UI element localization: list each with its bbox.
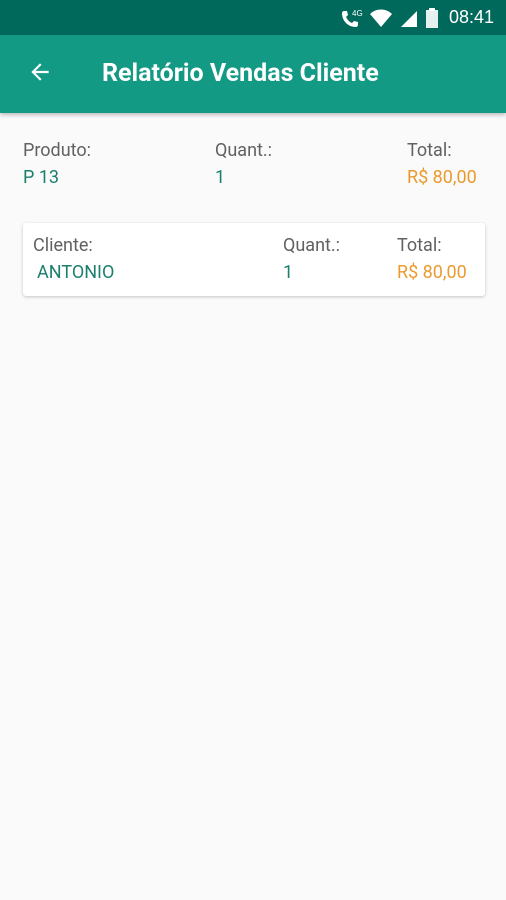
wifi-icon: [369, 8, 393, 28]
total-column: Total: R$ 80,00: [407, 140, 477, 190]
quantity-column: Quant.: 1: [215, 140, 272, 190]
client-column: Cliente: ANTONIO: [33, 235, 114, 285]
client-quantity-label: Quant.:: [283, 235, 341, 256]
total-value: R$ 80,00: [407, 167, 477, 188]
call-4g-icon: 4G: [339, 7, 363, 29]
clock: 08:41: [448, 7, 494, 27]
product-label: Produto:: [23, 140, 91, 161]
client-label: Cliente:: [33, 235, 93, 256]
product-summary: Produto: P 13 Quant.: 1 Total: R$ 80,00: [0, 140, 506, 200]
status-bar: 4G 08:41: [0, 0, 506, 35]
arrow-left-icon: [27, 59, 53, 89]
client-total-value: R$ 80,00: [397, 262, 467, 283]
client-value: ANTONIO: [37, 262, 115, 283]
client-total-column: Total: R$ 80,00: [397, 235, 467, 285]
product-column: Produto: P 13: [23, 140, 91, 190]
total-label: Total:: [407, 140, 452, 161]
product-value: P 13: [23, 167, 60, 188]
page-title: Relatório Vendas Cliente: [102, 59, 379, 88]
battery-icon: [425, 7, 439, 29]
app-bar: Relatório Vendas Cliente: [0, 35, 506, 113]
client-quantity-value: 1: [283, 262, 294, 283]
quantity-value: 1: [215, 167, 226, 188]
client-total-label: Total:: [397, 235, 442, 256]
svg-text:4G: 4G: [352, 9, 363, 18]
cell-signal-icon: [399, 8, 419, 28]
client-quantity-column: Quant.: 1: [283, 235, 340, 285]
client-card[interactable]: Cliente: ANTONIO Quant.: 1 Total: R$ 80,…: [23, 223, 485, 296]
quantity-label: Quant.:: [215, 140, 273, 161]
status-icons: 4G 08:41: [339, 0, 494, 35]
back-button[interactable]: [20, 54, 60, 94]
